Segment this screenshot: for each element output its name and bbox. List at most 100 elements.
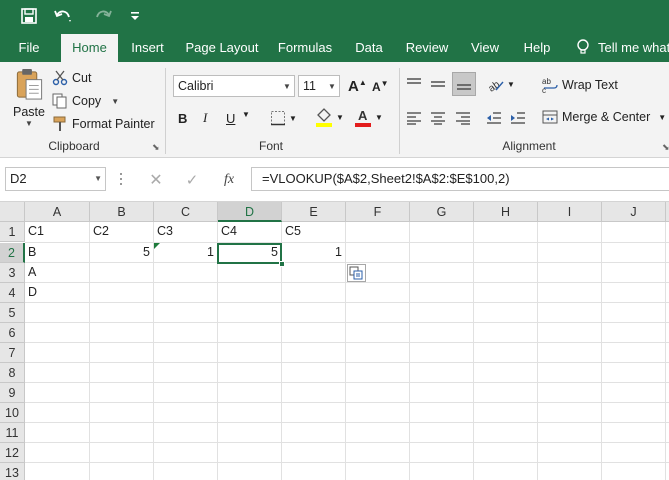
cell-e12[interactable] xyxy=(282,443,346,463)
cell-d3[interactable] xyxy=(218,263,282,283)
cell-e11[interactable] xyxy=(282,423,346,443)
cell-f11[interactable] xyxy=(346,423,410,443)
cell-f7[interactable] xyxy=(346,343,410,363)
decrease-font-button[interactable]: A▼ xyxy=(372,76,389,96)
underline-button[interactable]: U xyxy=(226,108,240,128)
align-right-button[interactable] xyxy=(455,108,475,128)
cell-g1[interactable] xyxy=(410,222,474,243)
cell-j1[interactable] xyxy=(602,222,666,243)
cell-b4[interactable] xyxy=(90,283,154,303)
cell-d7[interactable] xyxy=(218,343,282,363)
tab-help[interactable]: Help xyxy=(516,33,558,62)
redo-button[interactable] xyxy=(88,5,118,27)
row-header-10[interactable]: 10 xyxy=(0,403,25,423)
cell-c7[interactable] xyxy=(154,343,218,363)
align-top-button[interactable] xyxy=(406,74,426,94)
column-header-e[interactable]: E xyxy=(282,202,346,222)
cell-f8[interactable] xyxy=(346,363,410,383)
column-header-f[interactable]: F xyxy=(346,202,410,222)
row-header-6[interactable]: 6 xyxy=(0,323,25,343)
cell-b3[interactable] xyxy=(90,263,154,283)
cell-b2[interactable]: 5 xyxy=(90,243,154,263)
cell-c8[interactable] xyxy=(154,363,218,383)
cell-h10[interactable] xyxy=(474,403,538,423)
cell-j5[interactable] xyxy=(602,303,666,323)
tab-page-layout[interactable]: Page Layout xyxy=(183,33,261,62)
cell-f10[interactable] xyxy=(346,403,410,423)
cell-f1[interactable] xyxy=(346,222,410,243)
align-left-button[interactable] xyxy=(406,108,426,128)
fill-handle[interactable] xyxy=(279,261,285,267)
column-header-h[interactable]: H xyxy=(474,202,538,222)
column-header-d[interactable]: D xyxy=(218,202,282,222)
row-header-1[interactable]: 1 xyxy=(0,222,25,242)
column-header-j[interactable]: J xyxy=(602,202,666,222)
cell-h13[interactable] xyxy=(474,463,538,480)
cell-d9[interactable] xyxy=(218,383,282,403)
cell-i11[interactable] xyxy=(538,423,602,443)
select-all-button[interactable] xyxy=(0,202,25,222)
cell-g10[interactable] xyxy=(410,403,474,423)
cell-f4[interactable] xyxy=(346,283,410,303)
insert-function-button[interactable]: fx xyxy=(220,170,238,190)
cell-g4[interactable] xyxy=(410,283,474,303)
cell-d4[interactable] xyxy=(218,283,282,303)
cell-c11[interactable] xyxy=(154,423,218,443)
row-header-3[interactable]: 3 xyxy=(0,263,25,283)
cell-i12[interactable] xyxy=(538,443,602,463)
row-header-4[interactable]: 4 xyxy=(0,283,25,303)
row-header-8[interactable]: 8 xyxy=(0,363,25,383)
cell-e5[interactable] xyxy=(282,303,346,323)
cell-d13[interactable] xyxy=(218,463,282,480)
cell-j2[interactable] xyxy=(602,243,666,263)
cell-e4[interactable] xyxy=(282,283,346,303)
cell-g7[interactable] xyxy=(410,343,474,363)
undo-button[interactable] xyxy=(48,5,78,27)
row-header-2[interactable]: 2 xyxy=(0,243,25,263)
fill-color-button[interactable]: ▼ xyxy=(315,106,344,128)
column-header-a[interactable]: A xyxy=(25,202,90,222)
cell-j13[interactable] xyxy=(602,463,666,480)
cell-c4[interactable] xyxy=(154,283,218,303)
increase-font-button[interactable]: A▲ xyxy=(348,76,367,96)
cell-e1[interactable]: C5 xyxy=(282,222,346,243)
tab-home[interactable]: Home xyxy=(61,34,118,62)
cell-b13[interactable] xyxy=(90,463,154,480)
merge-center-button[interactable]: Merge & Center ▼ xyxy=(542,107,666,127)
cell-i13[interactable] xyxy=(538,463,602,480)
cell-e3[interactable] xyxy=(282,263,346,283)
cell-g11[interactable] xyxy=(410,423,474,443)
cell-h4[interactable] xyxy=(474,283,538,303)
cell-j3[interactable] xyxy=(602,263,666,283)
cell-c12[interactable] xyxy=(154,443,218,463)
cell-j8[interactable] xyxy=(602,363,666,383)
cell-g2[interactable] xyxy=(410,243,474,263)
cell-a1[interactable]: C1 xyxy=(25,222,90,243)
cell-b6[interactable] xyxy=(90,323,154,343)
underline-dropdown-icon[interactable]: ▼ xyxy=(242,110,250,119)
cell-j9[interactable] xyxy=(602,383,666,403)
cell-f9[interactable] xyxy=(346,383,410,403)
bold-button[interactable]: B xyxy=(178,108,192,128)
row-header-7[interactable]: 7 xyxy=(0,343,25,363)
cell-b12[interactable] xyxy=(90,443,154,463)
cell-f12[interactable] xyxy=(346,443,410,463)
cell-a11[interactable] xyxy=(25,423,90,443)
borders-button[interactable]: ▼ xyxy=(270,108,297,128)
formula-input[interactable]: =VLOOKUP($A$2,Sheet2!$A$2:$E$100,2) xyxy=(251,167,669,191)
cell-i10[interactable] xyxy=(538,403,602,423)
cell-c5[interactable] xyxy=(154,303,218,323)
cell-c6[interactable] xyxy=(154,323,218,343)
cell-h1[interactable] xyxy=(474,222,538,243)
cell-a7[interactable] xyxy=(25,343,90,363)
cancel-formula-button[interactable]: ✕ xyxy=(148,171,164,189)
cell-e2[interactable]: 1 xyxy=(282,243,346,263)
cell-a10[interactable] xyxy=(25,403,90,423)
cell-h12[interactable] xyxy=(474,443,538,463)
tab-view[interactable]: View xyxy=(465,33,505,62)
cell-d6[interactable] xyxy=(218,323,282,343)
cell-f2[interactable] xyxy=(346,243,410,263)
cell-a5[interactable] xyxy=(25,303,90,323)
wrap-text-button[interactable]: ab c Wrap Text xyxy=(542,75,618,95)
cell-g8[interactable] xyxy=(410,363,474,383)
